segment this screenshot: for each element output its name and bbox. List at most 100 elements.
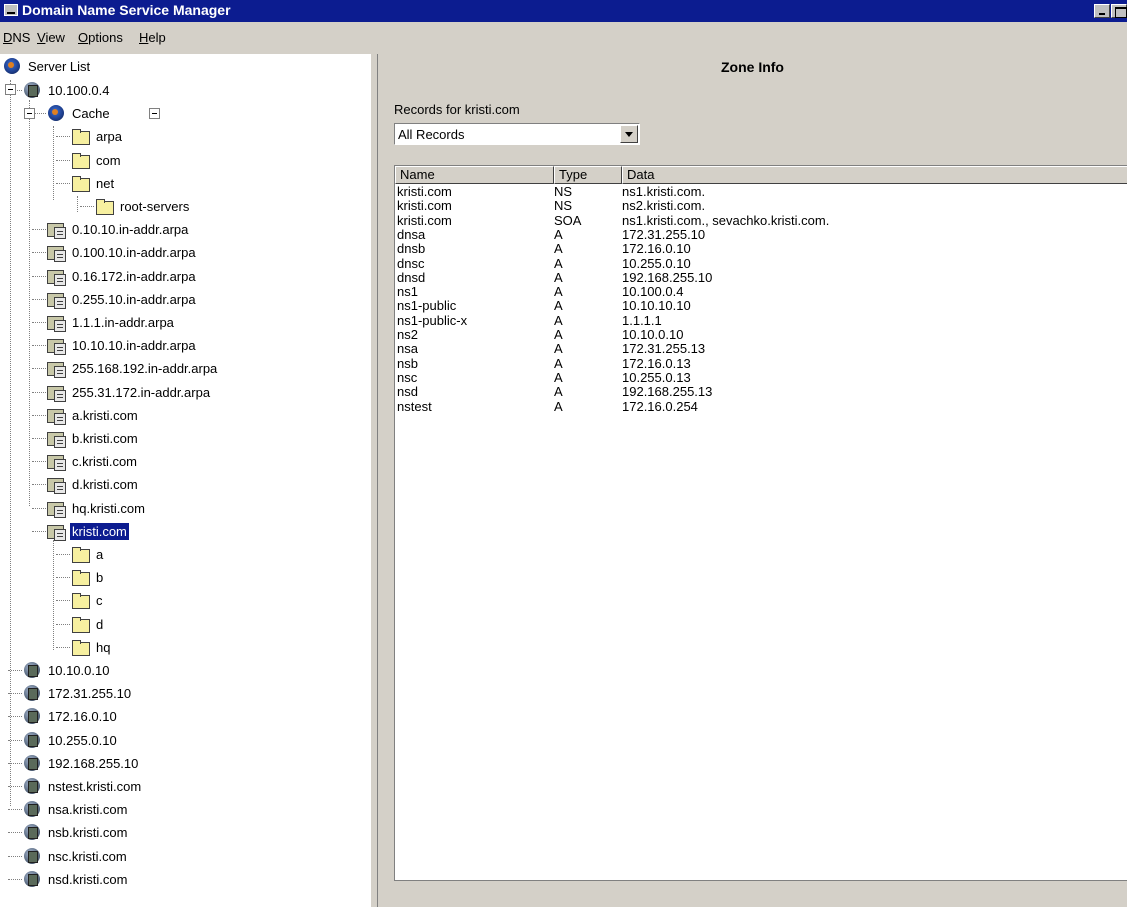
- menu-help[interactable]: Help: [139, 30, 166, 45]
- record-data: 10.255.0.10: [622, 255, 691, 271]
- menu-options[interactable]: Options: [78, 30, 123, 45]
- tree-item[interactable]: 0.10.10.in-addr.arpa: [46, 217, 190, 241]
- record-type: SOA: [554, 212, 582, 228]
- tree-item-label: 0.16.172.in-addr.arpa: [72, 268, 196, 284]
- tree-item[interactable]: 0.16.172.in-addr.arpa: [46, 264, 198, 288]
- tree-item[interactable]: arpa: [70, 124, 124, 148]
- tree-item[interactable]: 255.168.192.in-addr.arpa: [46, 356, 219, 380]
- tree-item[interactable]: nsc.kristi.com: [22, 844, 129, 868]
- dropdown-arrow-icon[interactable]: [620, 125, 638, 143]
- tree-item[interactable]: kristi.com: [46, 519, 129, 543]
- record-row[interactable]: nsb A 172.16.0.13: [395, 355, 1127, 371]
- collapse-toggle-icon[interactable]: [5, 84, 16, 95]
- record-name: nsb: [397, 355, 418, 371]
- record-name: kristi.com: [397, 184, 452, 199]
- folder-icon: [70, 615, 90, 633]
- record-row[interactable]: kristi.com NS ns1.kristi.com.: [395, 185, 1127, 199]
- tree-item[interactable]: 10.255.0.10: [22, 728, 119, 752]
- tree-item[interactable]: 0.100.10.in-addr.arpa: [46, 240, 198, 264]
- zone-icon: [46, 383, 66, 402]
- record-data: ns2.kristi.com.: [622, 198, 706, 214]
- tree-item[interactable]: 255.31.172.in-addr.arpa: [46, 380, 212, 404]
- column-header-name[interactable]: Name: [395, 166, 554, 184]
- record-filter-select[interactable]: All Records: [394, 123, 640, 145]
- tree-item[interactable]: 172.16.0.10: [22, 704, 119, 728]
- tree-item[interactable]: com: [70, 148, 123, 172]
- record-row[interactable]: dnsb A 172.16.0.10: [395, 242, 1127, 256]
- record-type: A: [554, 398, 563, 414]
- minimize-button[interactable]: [1094, 4, 1110, 18]
- tree-item[interactable]: d: [70, 612, 105, 636]
- tree-item-label: 1.1.1.in-addr.arpa: [72, 314, 174, 330]
- tree-item-label: d: [96, 616, 104, 632]
- tree-item[interactable]: hq.kristi.com: [46, 496, 147, 520]
- record-name: ns1: [397, 284, 418, 300]
- maximize-button[interactable]: [1111, 4, 1127, 18]
- record-row[interactable]: dnsd A 192.168.255.10: [395, 270, 1127, 285]
- title-bar[interactable]: Domain Name Service Manager: [0, 0, 1127, 22]
- server-icon: [22, 707, 42, 725]
- record-row[interactable]: nsd A 192.168.255.13: [395, 385, 1127, 399]
- app-menu-icon[interactable]: [4, 4, 18, 16]
- record-row[interactable]: kristi.com NS ns2.kristi.com.: [395, 199, 1127, 213]
- record-row[interactable]: nstest A 172.16.0.254: [395, 398, 1127, 414]
- menu-dns[interactable]: DNS: [3, 30, 30, 45]
- tree-item-label: a.kristi.com: [72, 407, 138, 423]
- zone-icon: [46, 313, 66, 332]
- tree-item-label: nsa.kristi.com: [48, 801, 128, 817]
- tree-item[interactable]: nstest.kristi.com: [22, 774, 143, 798]
- record-row[interactable]: nsc A 10.255.0.13: [395, 369, 1127, 385]
- collapse-toggle-icon[interactable]: [24, 108, 35, 119]
- tree-item[interactable]: b: [70, 565, 105, 589]
- tree-item[interactable]: 172.31.255.10: [22, 681, 133, 705]
- zone-icon: [46, 429, 66, 448]
- tree-item[interactable]: b.kristi.com: [46, 426, 140, 450]
- server-tree[interactable]: Server List 10.100.0.4 Cache arpa com net roo…: [0, 54, 370, 907]
- tree-item-label: nsb.kristi.com: [48, 824, 128, 840]
- tree-item[interactable]: 10.100.0.4: [22, 78, 111, 102]
- tree-root[interactable]: Server List: [2, 54, 92, 78]
- folder-icon: [70, 591, 90, 609]
- record-type: NS: [554, 198, 573, 214]
- tree-item-label: b.kristi.com: [72, 430, 138, 446]
- records-list[interactable]: Name Type Data kristi.com NS ns1.kristi.co…: [394, 165, 1127, 880]
- record-row[interactable]: ns1-public A 10.10.10.10: [395, 299, 1127, 313]
- record-row[interactable]: dnsc A 10.255.0.10: [395, 255, 1127, 271]
- tree-item-label: hq: [96, 639, 111, 655]
- collapse-toggle-icon[interactable]: [149, 108, 160, 119]
- tree-item[interactable]: nsd.kristi.com: [22, 867, 129, 891]
- tree-item-label: c: [96, 592, 103, 608]
- tree-item[interactable]: a: [70, 542, 105, 566]
- tree-item[interactable]: a.kristi.com: [46, 403, 140, 427]
- record-name: kristi.com: [397, 212, 452, 228]
- tree-item[interactable]: 10.10.10.in-addr.arpa: [46, 333, 198, 357]
- record-name: nstest: [397, 398, 432, 414]
- record-row[interactable]: nsa A 172.31.255.13: [395, 342, 1127, 356]
- tree-item[interactable]: nsa.kristi.com: [22, 797, 129, 821]
- tree-item[interactable]: 10.10.0.10: [22, 658, 111, 682]
- record-type: A: [554, 369, 563, 385]
- tree-item[interactable]: c.kristi.com: [46, 449, 139, 473]
- tree-item[interactable]: 192.168.255.10: [22, 751, 140, 775]
- pane-splitter[interactable]: [370, 54, 378, 907]
- tree-item[interactable]: 1.1.1.in-addr.arpa: [46, 310, 176, 334]
- tree-item[interactable]: root-servers: [94, 194, 191, 218]
- cache-icon: [46, 104, 66, 122]
- record-row[interactable]: kristi.com SOA ns1.kristi.com., sevachko.k…: [395, 212, 1127, 228]
- tree-item[interactable]: hq: [70, 635, 112, 659]
- record-row[interactable]: ns1 A 10.100.0.4: [395, 285, 1127, 299]
- tree-item[interactable]: net: [70, 171, 116, 195]
- record-row[interactable]: ns1-public-x A 1.1.1.1: [395, 312, 1127, 328]
- column-header-data[interactable]: Data: [622, 166, 1127, 184]
- record-row[interactable]: dnsa A 172.31.255.10: [395, 227, 1127, 242]
- tree-item[interactable]: c: [70, 588, 105, 612]
- records-header: Name Type Data: [395, 166, 1127, 184]
- tree-item[interactable]: d.kristi.com: [46, 472, 140, 496]
- tree-item[interactable]: 0.255.10.in-addr.arpa: [46, 287, 198, 311]
- tree-item[interactable]: Cache: [46, 101, 112, 125]
- record-type: A: [554, 312, 563, 328]
- column-header-type[interactable]: Type: [554, 166, 622, 184]
- tree-item[interactable]: nsb.kristi.com: [22, 820, 129, 844]
- record-row[interactable]: ns2 A 10.10.0.10: [395, 328, 1127, 342]
- menu-view[interactable]: View: [37, 30, 65, 45]
